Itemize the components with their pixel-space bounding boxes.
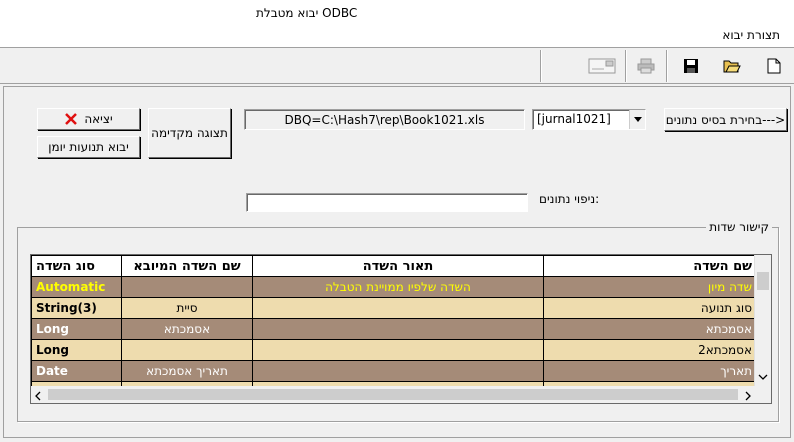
exit-label: יציאה — [84, 112, 113, 126]
cell-field-type[interactable]: Long — [31, 339, 122, 361]
import-movements-label: יבוא תנועות יומן — [48, 140, 129, 154]
scroll-corner — [754, 386, 771, 403]
cell-description[interactable]: השדה שלפיו ממויינת הטבלה — [252, 276, 544, 298]
cell-import-field[interactable]: סיית — [121, 297, 253, 319]
cell-field-name[interactable]: סוג תנועה — [543, 297, 757, 319]
chevron-left-icon[interactable] — [34, 390, 42, 403]
group-title: קישור שדות — [706, 220, 772, 234]
save-icon[interactable] — [679, 54, 703, 78]
menu-import-config[interactable]: תצורת יבוא — [722, 28, 780, 42]
exit-button[interactable]: יציאה — [37, 108, 140, 130]
field-mapping-group: קישור שדות סוג השדה שם השדה המיובא תאור … — [17, 220, 779, 422]
preview-button[interactable]: תצוגה מקדימה — [148, 108, 231, 158]
table-header-row: סוג השדה שם השדה המיובא תאור השדה שם השד… — [31, 255, 757, 277]
table-row[interactable]: Date תאריך אסמכתא תאריך — [31, 360, 757, 382]
table-select[interactable]: [jurnal1021] — [532, 109, 646, 130]
dsn-field: DBQ=C:\Hash7\rep\Book1021.xls — [244, 109, 525, 130]
vertical-scrollbar[interactable] — [754, 255, 771, 387]
chevron-right-icon[interactable] — [744, 390, 752, 403]
cell-import-field[interactable]: תאריך אסמכתא — [121, 360, 253, 382]
table-row[interactable]: String(3) סיית סוג תנועה — [31, 297, 757, 319]
toolbar-separator — [666, 50, 668, 82]
title-bar: יבוא מטבלת ODBC — [0, 0, 794, 27]
cell-field-type[interactable]: Long — [31, 318, 122, 340]
dsn-value: DBQ=C:\Hash7\rep\Book1021.xls — [284, 112, 485, 127]
fields-table: סוג השדה שם השדה המיובא תאור השדה שם השד… — [31, 255, 757, 403]
table-row[interactable]: Automatic השדה שלפיו ממויינת הטבלה שדה מ… — [31, 276, 757, 298]
cell-field-type[interactable]: String(3) — [31, 297, 122, 319]
header-field-name[interactable]: שם השדה — [543, 255, 757, 277]
cell-import-field[interactable]: אסמכתא — [121, 318, 253, 340]
cell-field-name[interactable]: אסמכתא — [543, 318, 757, 340]
cell-description[interactable] — [252, 297, 544, 319]
table-row[interactable]: Long אסמכתא אסמכתא — [31, 318, 757, 340]
cell-field-type[interactable]: Date — [31, 360, 122, 382]
import-movements-button[interactable]: יבוא תנועות יומן — [37, 136, 140, 158]
chevron-down-icon[interactable] — [758, 370, 768, 384]
open-icon[interactable] — [720, 54, 744, 78]
cell-description[interactable] — [252, 318, 544, 340]
toolbar — [0, 47, 794, 84]
cell-import-field[interactable] — [121, 339, 253, 361]
toolbar-separator — [625, 50, 627, 82]
cell-description[interactable] — [252, 360, 544, 382]
window-title: יבוא מטבלת ODBC — [256, 6, 358, 20]
scroll-thumb[interactable] — [757, 272, 769, 290]
header-field-type[interactable]: סוג השדה — [31, 255, 122, 277]
toolbar-separator — [540, 50, 542, 82]
header-import-field[interactable]: שם השדה המיובא — [121, 255, 253, 277]
cell-field-name[interactable]: תאריך — [543, 360, 757, 382]
filter-input[interactable] — [246, 193, 528, 212]
cell-field-name[interactable]: שדה מיון — [543, 276, 757, 298]
horizontal-scrollbar[interactable] — [31, 386, 755, 403]
cell-description[interactable] — [252, 339, 544, 361]
close-icon — [65, 113, 78, 125]
filter-label: ניפוי נתונים: — [539, 192, 600, 206]
cell-field-name[interactable]: אסמכתא2 — [543, 339, 757, 361]
fields-grid[interactable]: סוג השדה שם השדה המיובא תאור השדה שם השד… — [30, 254, 772, 404]
table-row[interactable]: Long אסמכתא2 — [31, 339, 757, 361]
menu-bar: תצורת יבוא — [0, 27, 794, 47]
print-icon[interactable] — [634, 54, 658, 78]
chevron-down-icon[interactable] — [629, 110, 645, 129]
new-icon[interactable] — [762, 54, 786, 78]
choose-db-label: בחירת בסיס נתונים---> — [665, 112, 786, 127]
table-select-value: [jurnal1021] — [537, 112, 611, 126]
cell-import-field[interactable] — [121, 276, 253, 298]
choose-db-button[interactable]: בחירת בסיס נתונים---> — [664, 108, 787, 131]
preview-icon[interactable] — [587, 54, 617, 78]
header-description[interactable]: תאור השדה — [252, 255, 544, 277]
scroll-thumb[interactable] — [48, 389, 738, 400]
main-panel: יציאה יבוא תנועות יומן תצוגה מקדימה DBQ=… — [3, 86, 791, 438]
preview-label: תצוגה מקדימה — [151, 126, 228, 140]
cell-field-type[interactable]: Automatic — [31, 276, 122, 298]
